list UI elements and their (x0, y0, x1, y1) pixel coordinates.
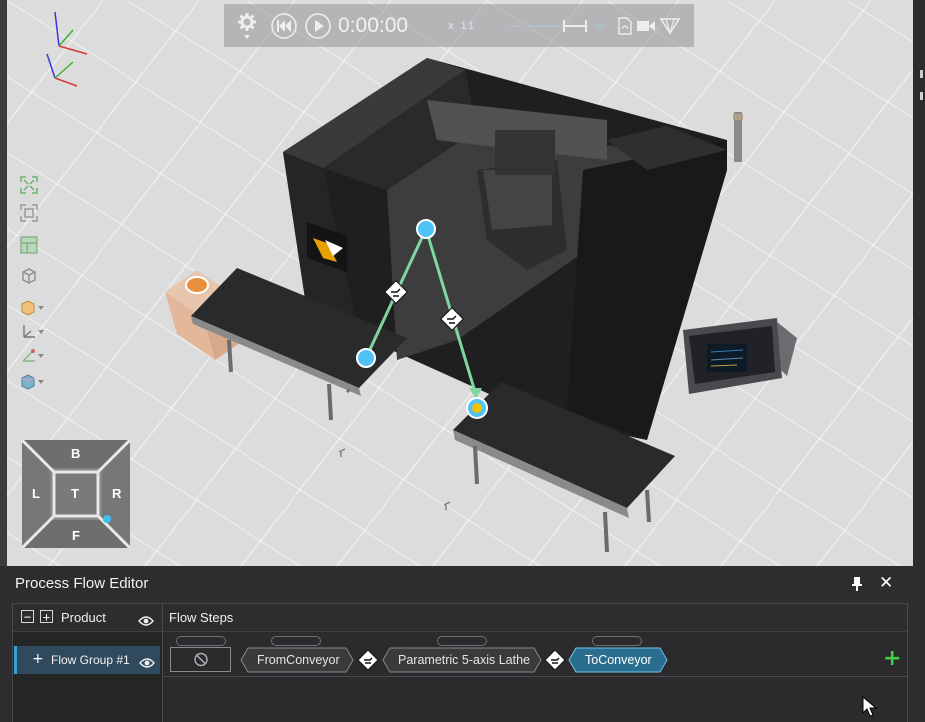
collapse-all-button[interactable]: − (21, 610, 34, 623)
flow-group-row[interactable]: + Flow Group #1 (14, 646, 160, 674)
vr-export-icon[interactable] (660, 17, 681, 35)
window-frame-left (0, 0, 7, 566)
measure-icon[interactable] (19, 345, 45, 365)
step-slot-handle[interactable] (176, 636, 226, 646)
axis-gizmo-bottom (46, 53, 78, 87)
side-marker (920, 70, 923, 78)
axis-gizmo-top (54, 11, 88, 55)
navigation-cube[interactable]: B L T R F (22, 440, 130, 548)
eye-icon[interactable] (139, 654, 155, 668)
cube-view-icon[interactable] (19, 265, 45, 285)
close-icon[interactable]: ✕ (879, 573, 893, 593)
3d-scene (46, 11, 797, 553)
playback-time: 0:00:00 (338, 13, 409, 37)
rewind-icon[interactable] (270, 12, 298, 40)
step-label: FromConveyor (257, 653, 340, 667)
flow-steps-row: FromConveyor Parametric 5-axis Lathe ToC… (163, 632, 907, 722)
fit-selection-icon[interactable] (19, 203, 45, 223)
control-panel-screen (707, 344, 747, 372)
pin-icon[interactable] (850, 576, 864, 592)
video-camera-icon[interactable] (636, 19, 656, 33)
step-slot-handle[interactable] (437, 636, 487, 646)
box-select-icon[interactable] (19, 297, 45, 317)
flow-steps-header-label: Flow Steps (169, 610, 234, 625)
playback-toolbar: 0:00:00 x 11 (224, 4, 694, 47)
pdf-icon[interactable] (618, 16, 632, 35)
window-frame-right (913, 0, 925, 566)
3d-viewport[interactable]: 0:00:00 x 11 B L T R F (7, 0, 913, 566)
expand-all-button[interactable]: + (40, 610, 53, 623)
side-marker (920, 92, 923, 100)
transfer-icon[interactable] (357, 649, 379, 671)
flow-steps-column: Flow Steps FromConveyor Parametric 5-axi… (162, 603, 908, 722)
waypoint-from[interactable] (356, 348, 376, 368)
timeline-slider[interactable] (504, 16, 614, 36)
render-mode-icon[interactable] (19, 371, 45, 391)
floor-marker (338, 448, 451, 510)
nav-face-right[interactable]: R (112, 486, 121, 501)
play-icon[interactable] (304, 12, 332, 40)
step-label: Parametric 5-axis Lathe (398, 653, 531, 667)
layout-icon[interactable] (19, 235, 45, 255)
nav-face-top[interactable]: T (71, 486, 79, 501)
product-header-label: Product (61, 610, 106, 625)
nav-face-front[interactable]: F (72, 528, 80, 543)
nav-face-left[interactable]: L (32, 486, 40, 501)
product-column: − + Product + Flow Group #1 (12, 603, 164, 722)
flow-steps-header: Flow Steps (163, 604, 907, 632)
playback-speed[interactable]: x 11 (448, 20, 476, 32)
waypoint-machine[interactable] (416, 219, 436, 239)
process-flow-editor-panel: Process Flow Editor ✕ − + Product + Flow… (7, 566, 913, 722)
empty-step[interactable] (170, 647, 231, 672)
flow-group-label: Flow Group #1 (51, 653, 130, 667)
step-slot-handle[interactable] (271, 636, 321, 646)
step-label: ToConveyor (585, 653, 652, 667)
step-slot-handle[interactable] (592, 636, 642, 646)
eye-icon[interactable] (138, 612, 154, 626)
product-header: − + Product (13, 604, 163, 632)
transfer-icon[interactable] (544, 649, 566, 671)
mouse-cursor-icon (862, 695, 878, 718)
axis-view-icon[interactable] (19, 321, 45, 341)
expand-flow-group-icon[interactable]: + (32, 651, 44, 667)
fill-view-icon[interactable] (19, 175, 45, 195)
plus-icon[interactable]: + (883, 646, 901, 671)
row-divider (163, 676, 907, 677)
panel-title: Process Flow Editor (15, 575, 149, 592)
nav-face-back[interactable]: B (71, 446, 80, 461)
gear-icon[interactable] (236, 11, 258, 41)
